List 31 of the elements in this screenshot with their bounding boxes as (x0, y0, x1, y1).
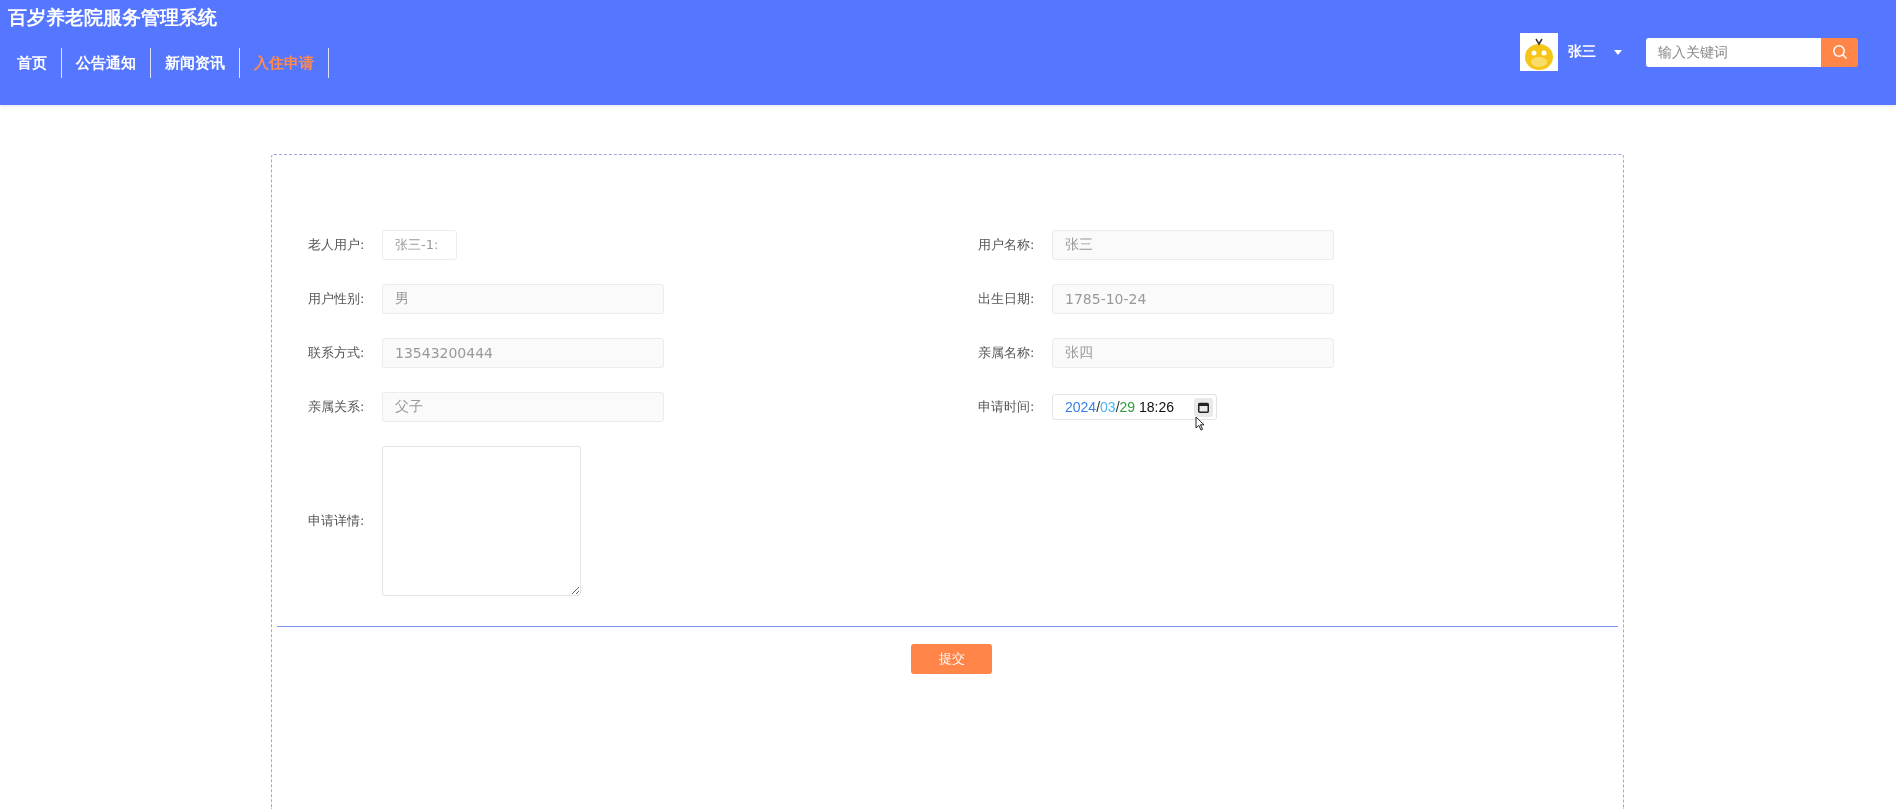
input-field[interactable]: 男 (382, 284, 664, 314)
field-label: 申请详情: (308, 512, 366, 530)
field-label: 老人用户: (308, 236, 366, 254)
input-field[interactable]: 张四 (1052, 338, 1334, 368)
field-label: 出生日期: (978, 290, 1036, 308)
mouse-pointer-icon (1195, 416, 1205, 431)
input-field[interactable]: 父子 (382, 392, 664, 422)
search-button[interactable] (1821, 37, 1858, 67)
field-label: 联系方式: (308, 344, 366, 362)
search-icon (1831, 44, 1848, 60)
field-label: 亲属关系: (308, 398, 366, 416)
field-label: 用户名称: (978, 236, 1036, 254)
caret-icon[interactable] (1614, 49, 1622, 55)
datetime-field[interactable]: 2024/03/29 18:26 (1052, 394, 1217, 420)
input-field[interactable]: 张三 (1052, 230, 1334, 260)
submit-button[interactable]: 提交 (911, 644, 992, 674)
input-field[interactable]: 1785-10-24 (1052, 284, 1334, 314)
field-label: 亲属名称: (978, 344, 1036, 362)
site-title: 百岁养老院服务管理系统 (8, 6, 218, 28)
nav-link[interactable]: 公告通知 (67, 53, 150, 73)
field-label: 申请时间: (978, 398, 1036, 416)
field-label: 用户性别: (308, 290, 366, 308)
nav-link[interactable]: 入住申请 (245, 53, 328, 73)
search-field[interactable]: 输入关键词 (1646, 37, 1821, 67)
user-name[interactable]: 张三 (1568, 43, 1596, 61)
input-field[interactable]: 张三-1: (382, 230, 457, 260)
calendar-button[interactable] (1194, 397, 1213, 417)
nav-link[interactable]: 首页 (8, 53, 61, 73)
nav-link[interactable]: 新闻资讯 (156, 53, 239, 73)
input-field[interactable]: 13543200444 (382, 338, 664, 368)
calendar-icon (1198, 401, 1209, 413)
